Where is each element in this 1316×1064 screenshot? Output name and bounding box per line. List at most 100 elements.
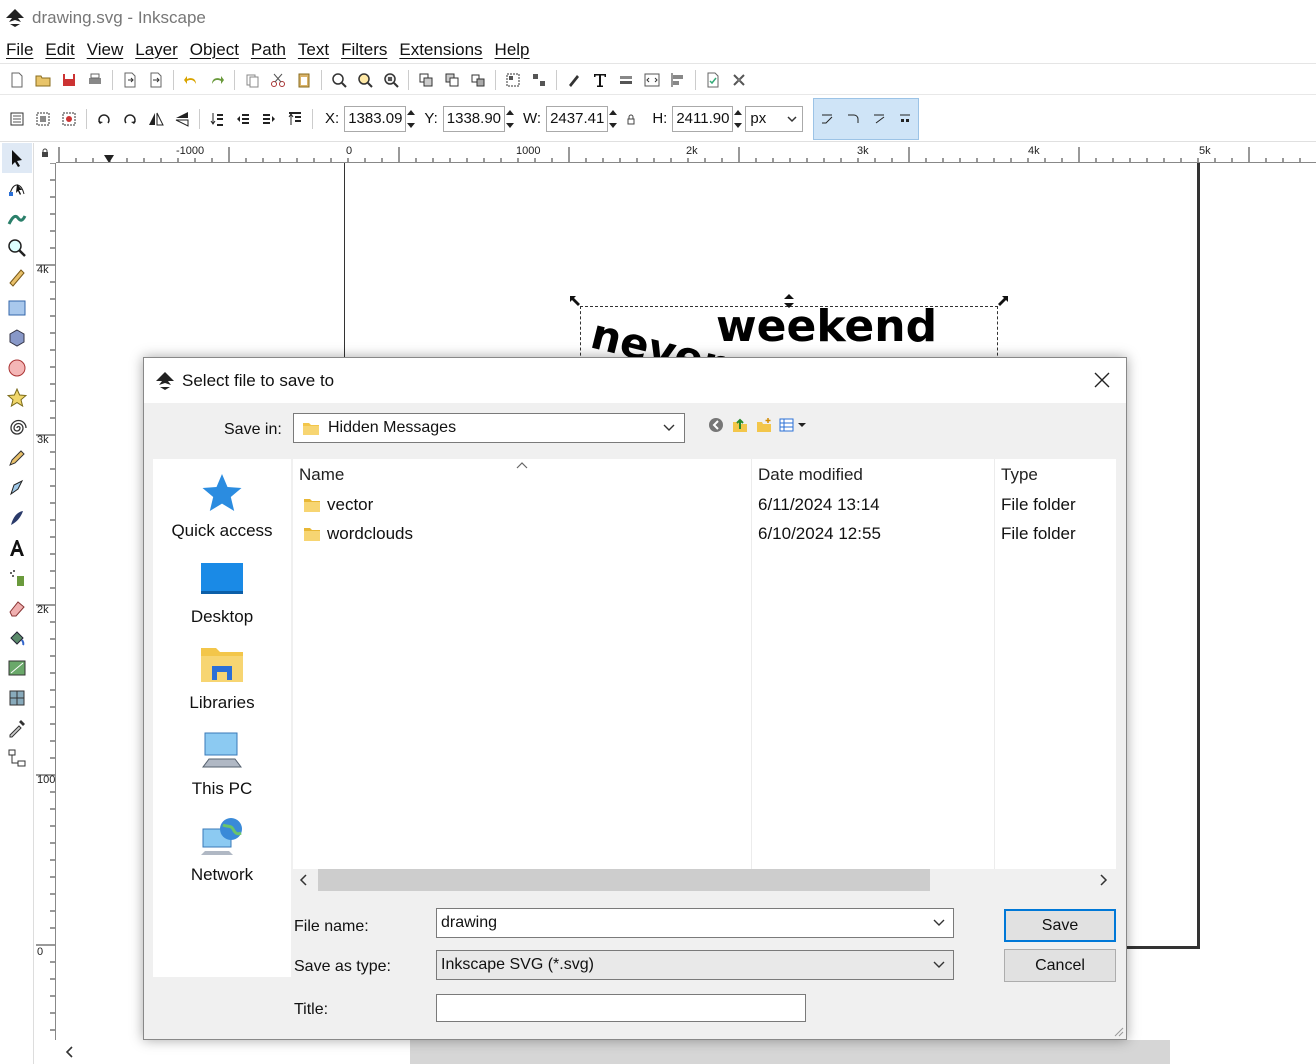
lower-icon[interactable] (232, 108, 254, 130)
scrollbar-thumb[interactable] (410, 1040, 1170, 1064)
rotate-cw-icon[interactable] (119, 108, 141, 130)
new-document-icon[interactable] (6, 69, 28, 91)
open-folder-icon[interactable] (32, 69, 54, 91)
document-properties-icon[interactable] (702, 69, 724, 91)
scale-stroke-icon[interactable] (815, 108, 839, 130)
deselect-icon[interactable] (58, 108, 80, 130)
canvas-text-weekend[interactable]: weekend (716, 301, 937, 352)
chevron-right-icon[interactable] (1098, 874, 1108, 886)
raise-icon[interactable] (258, 108, 280, 130)
column-header-type[interactable]: Type (1001, 465, 1038, 485)
tweak-tool-icon[interactable] (2, 203, 32, 233)
connector-tool-icon[interactable] (2, 743, 32, 773)
canvas-horizontal-scrollbar[interactable] (34, 1040, 1316, 1064)
undo-icon[interactable] (180, 69, 202, 91)
layers-icon[interactable] (615, 69, 637, 91)
new-folder-icon[interactable] (753, 414, 775, 436)
gradient-tool-icon[interactable] (2, 653, 32, 683)
close-icon[interactable] (1092, 370, 1112, 390)
menu-edit[interactable]: Edit (39, 40, 80, 60)
h-input[interactable]: 2411.90 (672, 105, 734, 132)
menu-path[interactable]: Path (245, 40, 292, 60)
menu-file[interactable]: File (0, 40, 39, 60)
pen-tool-icon[interactable] (2, 473, 32, 503)
select-all-layers-icon[interactable] (32, 108, 54, 130)
save-button[interactable]: Save (1004, 909, 1116, 942)
eraser-tool-icon[interactable] (2, 593, 32, 623)
lock-ratio-icon[interactable] (620, 108, 642, 130)
menu-filters[interactable]: Filters (335, 40, 393, 60)
duplicate-icon[interactable] (415, 69, 437, 91)
h-spinner[interactable] (733, 106, 743, 132)
zoom-page-icon[interactable] (380, 69, 402, 91)
preferences-icon[interactable] (728, 69, 750, 91)
y-input[interactable]: 1338.90 (442, 105, 506, 132)
print-icon[interactable] (84, 69, 106, 91)
select-all-icon[interactable] (6, 108, 28, 130)
paint-bucket-tool-icon[interactable] (2, 623, 32, 653)
transform-gradients-icon[interactable] (867, 108, 891, 130)
star-tool-icon[interactable] (2, 383, 32, 413)
w-spinner[interactable] (608, 106, 618, 132)
menu-layer[interactable]: Layer (129, 40, 184, 60)
mesh-tool-icon[interactable] (2, 683, 32, 713)
up-folder-icon[interactable] (729, 414, 751, 436)
lower-to-bottom-icon[interactable] (206, 108, 228, 130)
xml-editor-icon[interactable] (641, 69, 663, 91)
menu-text[interactable]: Text (292, 40, 335, 60)
unit-select[interactable]: px (745, 105, 804, 132)
group-icon[interactable] (502, 69, 524, 91)
w-input[interactable]: 2437.41 (546, 105, 609, 132)
transform-patterns-icon[interactable] (893, 108, 917, 130)
column-header-date[interactable]: Date modified (758, 465, 863, 485)
resize-grip-icon[interactable] (1112, 1025, 1124, 1037)
flip-vertical-icon[interactable] (171, 108, 193, 130)
title-input[interactable] (436, 994, 806, 1022)
column-header-name[interactable]: Name (299, 465, 344, 485)
save-in-dropdown[interactable]: Hidden Messages (293, 413, 685, 443)
node-tool-icon[interactable] (2, 173, 32, 203)
x-input[interactable]: 1383.09 (344, 105, 407, 132)
import-icon[interactable] (119, 69, 141, 91)
menu-extensions[interactable]: Extensions (393, 40, 488, 60)
place-desktop[interactable]: Desktop (153, 555, 291, 627)
unlink-clone-icon[interactable] (467, 69, 489, 91)
calligraphy-tool-icon[interactable] (2, 503, 32, 533)
paste-icon[interactable] (293, 69, 315, 91)
place-quick-access[interactable]: Quick access (153, 469, 291, 541)
selector-tool-icon[interactable] (2, 143, 32, 173)
file-row[interactable]: wordclouds 6/10/2024 12:55 File folder (293, 520, 1116, 549)
text-tool-icon[interactable] (2, 533, 32, 563)
zoom-selection-icon[interactable] (328, 69, 350, 91)
redo-icon[interactable] (206, 69, 228, 91)
scale-handle-ne-icon[interactable] (996, 294, 1010, 308)
rectangle-tool-icon[interactable] (2, 293, 32, 323)
menu-view[interactable]: View (81, 40, 130, 60)
scale-corners-icon[interactable] (841, 108, 865, 130)
spray-tool-icon[interactable] (2, 563, 32, 593)
view-menu-icon[interactable] (777, 414, 811, 436)
flip-horizontal-icon[interactable] (145, 108, 167, 130)
menu-help[interactable]: Help (489, 40, 536, 60)
ungroup-icon[interactable] (528, 69, 550, 91)
chevron-left-icon[interactable] (299, 874, 309, 886)
x-spinner[interactable] (406, 106, 416, 132)
clone-icon[interactable] (441, 69, 463, 91)
y-spinner[interactable] (505, 106, 515, 132)
dropper-tool-icon[interactable] (2, 713, 32, 743)
chevron-down-icon[interactable] (932, 918, 946, 928)
file-name-input[interactable]: drawing (436, 908, 954, 938)
align-distribute-icon[interactable] (667, 69, 689, 91)
zoom-drawing-icon[interactable] (354, 69, 376, 91)
raise-to-top-icon[interactable] (284, 108, 306, 130)
scale-handle-nw-icon[interactable] (568, 294, 582, 308)
save-icon[interactable] (58, 69, 80, 91)
save-as-type-dropdown[interactable]: Inkscape SVG (*.svg) (436, 950, 954, 980)
zoom-tool-icon[interactable] (2, 233, 32, 263)
ruler-lock-icon[interactable] (34, 143, 56, 163)
spiral-tool-icon[interactable] (2, 413, 32, 443)
place-network[interactable]: Network (153, 813, 291, 885)
menu-object[interactable]: Object (184, 40, 245, 60)
chevron-left-icon[interactable] (64, 1045, 74, 1059)
place-libraries[interactable]: Libraries (153, 641, 291, 713)
